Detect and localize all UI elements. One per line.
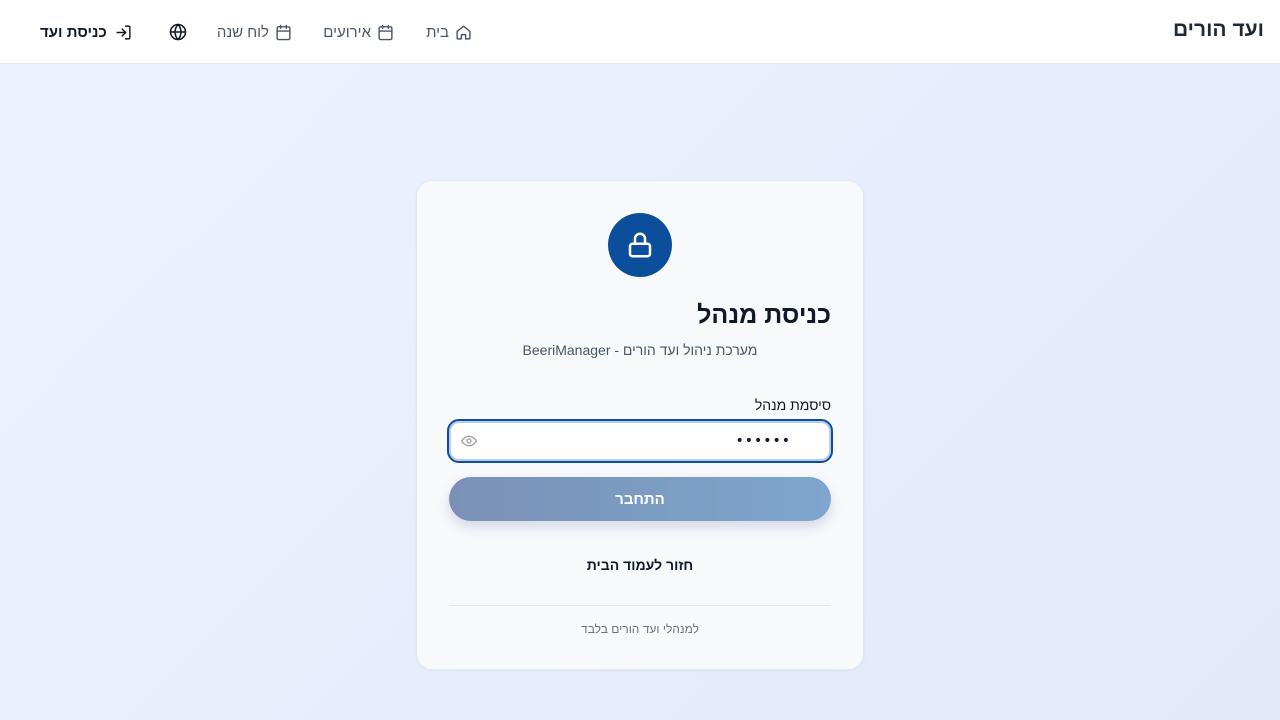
login-submit-button[interactable]: התחבר <box>449 477 831 521</box>
nav-home-label: בית <box>426 23 449 41</box>
lock-icon <box>628 232 652 258</box>
password-label: סיסמת מנהל <box>754 397 831 413</box>
page-title: כניסת מנהל <box>697 301 831 329</box>
committee-login-label: כניסת ועד <box>40 23 107 41</box>
password-input[interactable] <box>491 421 791 461</box>
nav-calendar-label: לוח שנה <box>216 23 269 41</box>
admin-login-card: כניסת מנהל מערכת ניהול ועד הורים - Beeri… <box>416 180 864 670</box>
nav-calendar[interactable]: לוח שנה <box>217 0 292 64</box>
calendar-icon <box>378 24 393 40</box>
calendar-icon <box>276 24 291 40</box>
nav-home[interactable]: בית <box>426 0 472 64</box>
password-field-wrapper <box>447 419 833 463</box>
brand-title[interactable]: ועד הורים <box>1173 18 1264 42</box>
eye-icon[interactable] <box>461 433 477 449</box>
home-icon <box>456 24 471 40</box>
login-icon <box>116 24 131 40</box>
committee-login-button[interactable]: כניסת ועד <box>40 0 132 64</box>
back-to-home-link[interactable]: חזור לעמוד הבית <box>417 557 863 573</box>
globe-icon[interactable] <box>169 23 187 41</box>
divider <box>449 605 831 606</box>
page-subtitle: מערכת ניהול ועד הורים - BeeriManager <box>522 342 758 358</box>
nav-events[interactable]: אירועים <box>323 0 394 64</box>
lock-badge <box>608 213 672 277</box>
admin-only-note: למנהלי ועד הורים בלבד <box>581 622 699 636</box>
top-navbar: ועד הורים בית אירועים לוח שנה כניסת ועד <box>0 0 1280 64</box>
nav-events-label: אירועים <box>323 23 371 41</box>
